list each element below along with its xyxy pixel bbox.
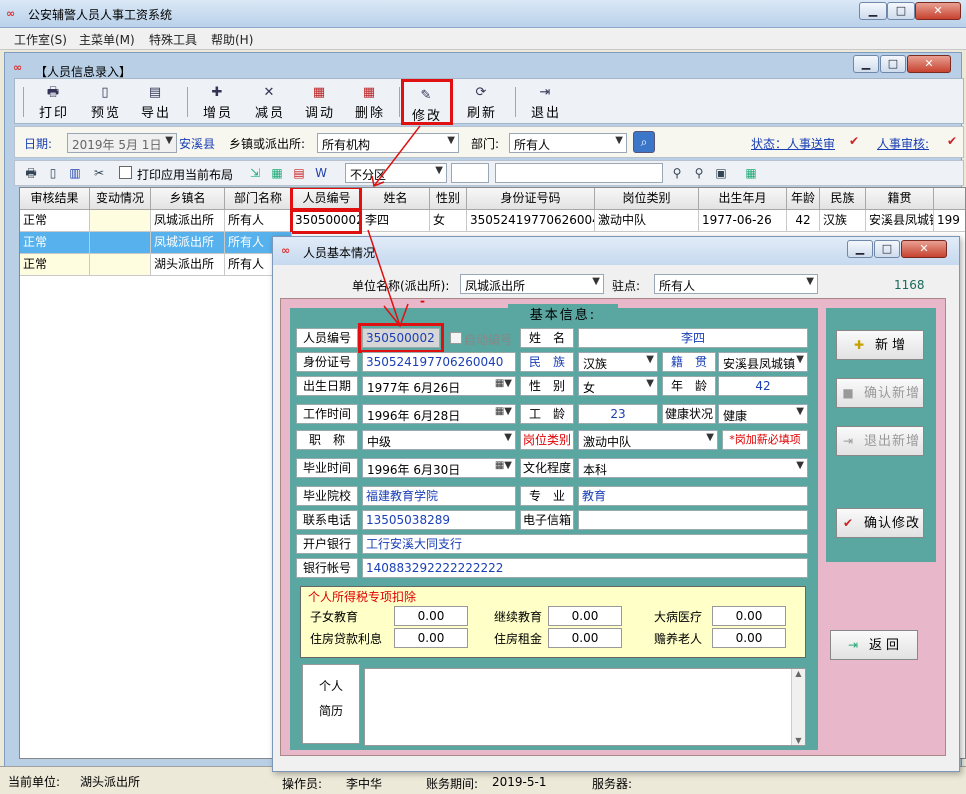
- arrow-cell-to-field: [367, 229, 401, 327]
- arrow-edit-to-header: [373, 125, 421, 187]
- annotation-arrows: [367, 125, 421, 328]
